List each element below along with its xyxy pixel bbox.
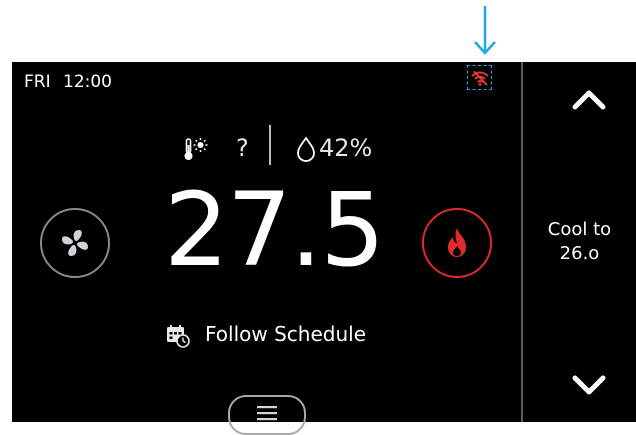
menu-icon — [257, 406, 277, 421]
wifi-status-button[interactable] — [467, 65, 492, 90]
setpoint-up-button[interactable] — [569, 82, 609, 116]
current-temperature: 27.5 — [164, 171, 385, 290]
humidity-drop-icon — [297, 136, 315, 162]
schedule-mode-label[interactable]: Follow Schedule — [205, 322, 366, 346]
thermostat-screen: FRI 12:00 ? 42% 27.5 Follow Schedule Coo… — [12, 62, 636, 435]
setpoint-value: 26.o — [559, 243, 600, 264]
day-label: FRI — [24, 72, 51, 92]
setpoint-display: Cool to 26.o — [523, 218, 636, 266]
heat-mode-button[interactable] — [422, 208, 492, 278]
fan-button[interactable] — [40, 208, 110, 278]
outdoor-weather-icon — [184, 138, 208, 160]
annotation-arrow-icon — [474, 6, 496, 55]
readings-divider — [269, 125, 271, 165]
setpoint-down-button[interactable] — [569, 368, 609, 402]
fan-icon — [62, 230, 88, 256]
main-panel: FRI 12:00 ? 42% 27.5 Follow Schedule — [12, 62, 521, 435]
setpoint-mode-label: Cool to — [547, 219, 612, 240]
flame-icon — [448, 228, 466, 257]
outdoor-temperature: ? — [236, 134, 249, 162]
time-label: 12:00 — [63, 72, 112, 92]
calendar-clock-icon — [167, 325, 190, 348]
wifi-off-icon — [470, 70, 489, 86]
humidity-value: 42% — [319, 134, 373, 162]
setpoint-panel: Cool to 26.o — [523, 62, 636, 422]
menu-button[interactable] — [228, 395, 306, 435]
